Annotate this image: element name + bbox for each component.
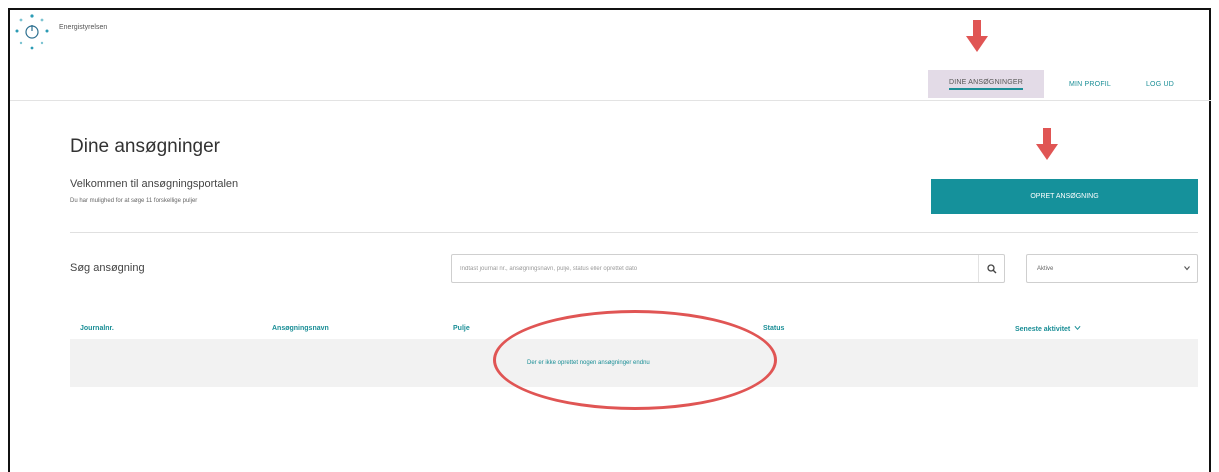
nav-my-applications-label: DINE ANSØGNINGER: [949, 79, 1023, 90]
nav-my-profile[interactable]: MIN PROFIL: [1060, 70, 1120, 98]
column-header-journal[interactable]: Journalnr.: [80, 325, 114, 332]
status-select-value: Aktive: [1037, 265, 1054, 272]
logo-icon[interactable]: [12, 12, 52, 52]
search-label: Søg ansøgning: [70, 262, 145, 274]
status-select[interactable]: Aktive: [1026, 254, 1198, 283]
annotation-arrow-down-icon: [966, 20, 988, 52]
page-title: Dine ansøgninger: [70, 136, 220, 157]
column-header-application-name[interactable]: Ansøgningsnavn: [272, 325, 329, 332]
column-header-pool[interactable]: Pulje: [453, 325, 470, 332]
search-icon: [986, 263, 996, 273]
app-name: Energistyrelsen: [59, 24, 108, 31]
annotation-ellipse: [493, 310, 777, 410]
create-application-button[interactable]: OPRET ANSØGNING: [931, 179, 1198, 214]
welcome-title: Velkommen til ansøgningsportalen: [70, 178, 239, 190]
section-divider: [70, 232, 1198, 233]
header-divider: [10, 100, 1211, 101]
welcome-subtitle: Du har mulighed for at søge 11 forskelli…: [70, 198, 198, 204]
chevron-down-icon: [1184, 266, 1190, 271]
nav-logout[interactable]: LOG UD: [1134, 70, 1186, 98]
column-header-status[interactable]: Status: [763, 325, 784, 332]
annotation-arrow-down-icon: [1036, 128, 1058, 160]
nav-my-applications[interactable]: DINE ANSØGNINGER: [928, 70, 1044, 98]
column-header-latest-activity[interactable]: Seneste aktivitet: [1015, 325, 1081, 333]
search-box: [451, 254, 1005, 283]
column-header-latest-activity-label: Seneste aktivitet: [1015, 326, 1071, 333]
search-input[interactable]: [452, 255, 978, 282]
search-button[interactable]: [978, 255, 1004, 282]
sort-chevron-icon: [1074, 325, 1081, 331]
